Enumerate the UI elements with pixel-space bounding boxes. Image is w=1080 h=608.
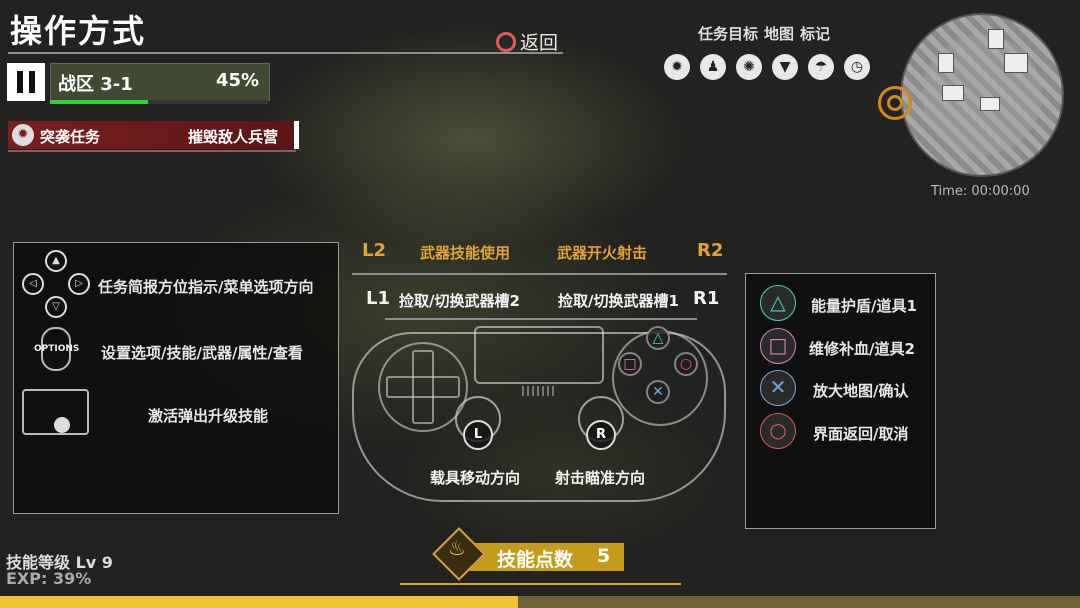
burst-icon[interactable]: ✺ xyxy=(736,54,762,80)
right-stick-icon: R xyxy=(586,420,616,450)
triangle-description: 能量护盾/道具1 xyxy=(811,297,917,315)
nav-markers[interactable]: 标记 xyxy=(800,25,830,43)
left-stick-icon: L xyxy=(463,420,493,450)
bumper-divider xyxy=(385,318,697,320)
minimap-marker-icon xyxy=(988,29,1004,49)
options-description: 设置选项/技能/武器/属性/查看 xyxy=(101,344,303,362)
exp-bar-fill xyxy=(0,596,519,608)
circle-button-icon: ○ xyxy=(760,413,796,449)
back-label: 返回 xyxy=(520,32,559,54)
pause-button[interactable] xyxy=(7,63,45,101)
touchpad-dot-icon xyxy=(54,417,70,433)
nav-mission-goal[interactable]: 任务目标 xyxy=(698,25,758,43)
l1-action: 捡取/切换武器槽2 xyxy=(399,292,520,310)
pause-icon xyxy=(17,71,23,93)
l2-label: L2 xyxy=(362,240,386,261)
circle-button-icon xyxy=(496,31,516,52)
mission-target-icon: ✹ xyxy=(12,124,34,146)
circle-description: 界面返回/取消 xyxy=(813,425,909,443)
mission-timer: Time: 00:00:00 xyxy=(931,184,1030,199)
zone-progress-text: 45% xyxy=(216,70,260,91)
skill-points-label: 技能点数 xyxy=(497,549,574,571)
back-button[interactable]: 返回 xyxy=(496,28,558,55)
title-divider xyxy=(8,52,563,54)
nav-map[interactable]: 地图 xyxy=(764,25,794,43)
r1-label: R1 xyxy=(693,288,720,309)
exp-text: EXP: 39% xyxy=(6,569,92,588)
l1-label: L1 xyxy=(366,288,390,309)
cross-icon: ✕ xyxy=(646,380,670,404)
squad-icon[interactable]: ♟ xyxy=(700,54,726,80)
cross-description: 放大地图/确认 xyxy=(813,382,909,400)
minimap[interactable] xyxy=(900,13,1064,177)
mission-goal: 摧毁敌人兵营 xyxy=(188,128,279,146)
controller-diagram: △ □ ○ ✕ L R xyxy=(352,322,726,512)
pause-icon-bar xyxy=(29,71,35,93)
circle-icon: ○ xyxy=(674,352,698,376)
skill-points-underline xyxy=(400,583,681,585)
l2-action: 武器技能使用 xyxy=(420,244,511,262)
mission-underline xyxy=(8,150,296,152)
page-title: 操作方式 xyxy=(10,12,147,50)
cross-button-icon: ✕ xyxy=(760,370,796,406)
minimap-marker-icon xyxy=(938,53,954,73)
r1-action: 捡取/切换武器槽1 xyxy=(558,292,679,310)
minimap-marker-icon xyxy=(1004,53,1028,73)
left-stick-action: 载具移动方向 xyxy=(430,469,521,487)
minimap-building-icon xyxy=(942,85,964,101)
r2-action: 武器开火射击 xyxy=(557,244,648,262)
map-legend-nav: 任务目标 地图 标记 xyxy=(698,23,836,44)
zone-progress-fill xyxy=(50,100,149,104)
triangle-button-icon: △ xyxy=(760,285,796,321)
square-button-icon: □ xyxy=(760,328,796,364)
trigger-divider xyxy=(352,273,727,275)
dpad-description: 任务简报方位指示/菜单选项方向 xyxy=(98,278,314,296)
r2-label: R2 xyxy=(697,240,724,261)
zone-name: 战区 3-1 xyxy=(58,74,133,95)
triangle-icon: △ xyxy=(646,326,670,350)
dpad-up-icon: ▲ xyxy=(45,250,67,272)
dpad-icon: ▲ ◁ ▷ ▽ xyxy=(22,250,90,318)
right-stick-action: 射击瞄准方向 xyxy=(555,469,646,487)
mission-banner-edge xyxy=(294,121,299,149)
square-description: 维修补血/道具2 xyxy=(809,340,915,358)
mission-type: 突袭任务 xyxy=(40,128,101,146)
timer-icon[interactable]: ◷ xyxy=(844,54,870,80)
skill-points-value: 5 xyxy=(597,545,611,567)
player-position-inner-icon xyxy=(887,95,903,111)
options-label: OPTIONS xyxy=(34,344,80,354)
square-icon: □ xyxy=(618,352,642,376)
target-icon[interactable]: ✹ xyxy=(664,54,690,80)
dpad-down-icon: ▽ xyxy=(45,296,67,318)
minimap-flag-icon xyxy=(980,97,1000,111)
skill-flame-icon: ♨ xyxy=(448,536,466,560)
parachute-icon[interactable]: ☂ xyxy=(808,54,834,80)
shield-icon[interactable]: ▼ xyxy=(772,54,798,80)
controller-dpad-horizontal xyxy=(386,376,460,398)
legend-icon-row: ✹ ♟ ✺ ▼ ☂ ◷ xyxy=(664,54,870,80)
controller-touchpad xyxy=(474,326,604,384)
speaker-grille xyxy=(522,386,556,396)
touchpad-description: 激活弹出升级技能 xyxy=(148,407,269,425)
dpad-right-icon: ▷ xyxy=(68,273,90,295)
dpad-left-icon: ◁ xyxy=(22,273,44,295)
